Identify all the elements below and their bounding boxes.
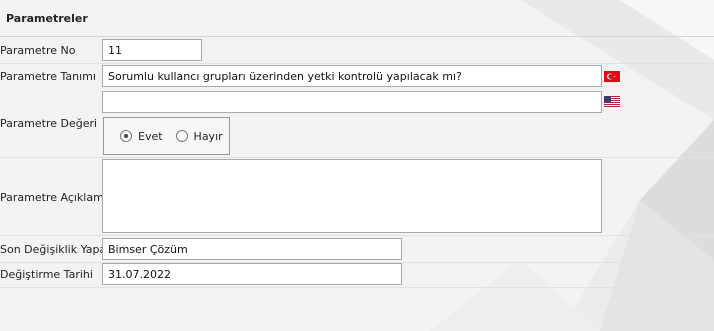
row-divider xyxy=(0,235,714,236)
usa-flag-icon[interactable] xyxy=(604,96,620,107)
radio-hayir-label[interactable]: Hayır xyxy=(194,130,223,143)
param-no-label: Parametre No xyxy=(0,44,76,57)
param-tanimi-label: Parametre Tanımı xyxy=(0,70,96,83)
param-degeri-label: Parametre Değeri xyxy=(0,117,98,130)
radio-hayir[interactable]: Hayır xyxy=(175,130,223,143)
row-divider xyxy=(0,287,714,288)
turkey-flag-icon[interactable] xyxy=(604,71,620,82)
radio-evet-label[interactable]: Evet xyxy=(138,130,163,143)
radio-evet-circle[interactable] xyxy=(120,130,132,142)
degistirme-tarihi-input[interactable]: 31.07.2022 xyxy=(102,263,402,285)
param-no-input[interactable]: 11 xyxy=(102,39,202,61)
son-degisiklik-input[interactable]: Bimser Çözüm xyxy=(102,238,402,260)
title-divider xyxy=(0,36,714,37)
son-degisiklik-label: Son Değişiklik Yapan xyxy=(0,243,114,256)
degistirme-tarihi-label: Değiştirme Tarihi xyxy=(0,268,93,281)
row-divider xyxy=(0,63,714,64)
row-divider xyxy=(0,157,714,158)
param-tanimi-tr-input[interactable]: Sorumlu kullancı grupları üzerinden yetk… xyxy=(102,65,602,87)
radio-evet[interactable]: Evet xyxy=(120,130,163,143)
panel-title: Parametreler xyxy=(6,12,88,25)
radio-hayir-circle[interactable] xyxy=(175,130,188,142)
param-tanimi-en-input[interactable] xyxy=(102,91,602,113)
param-degeri-radio-group: Evet Hayır xyxy=(103,117,230,155)
param-aciklamasi-textarea[interactable] xyxy=(102,159,602,233)
